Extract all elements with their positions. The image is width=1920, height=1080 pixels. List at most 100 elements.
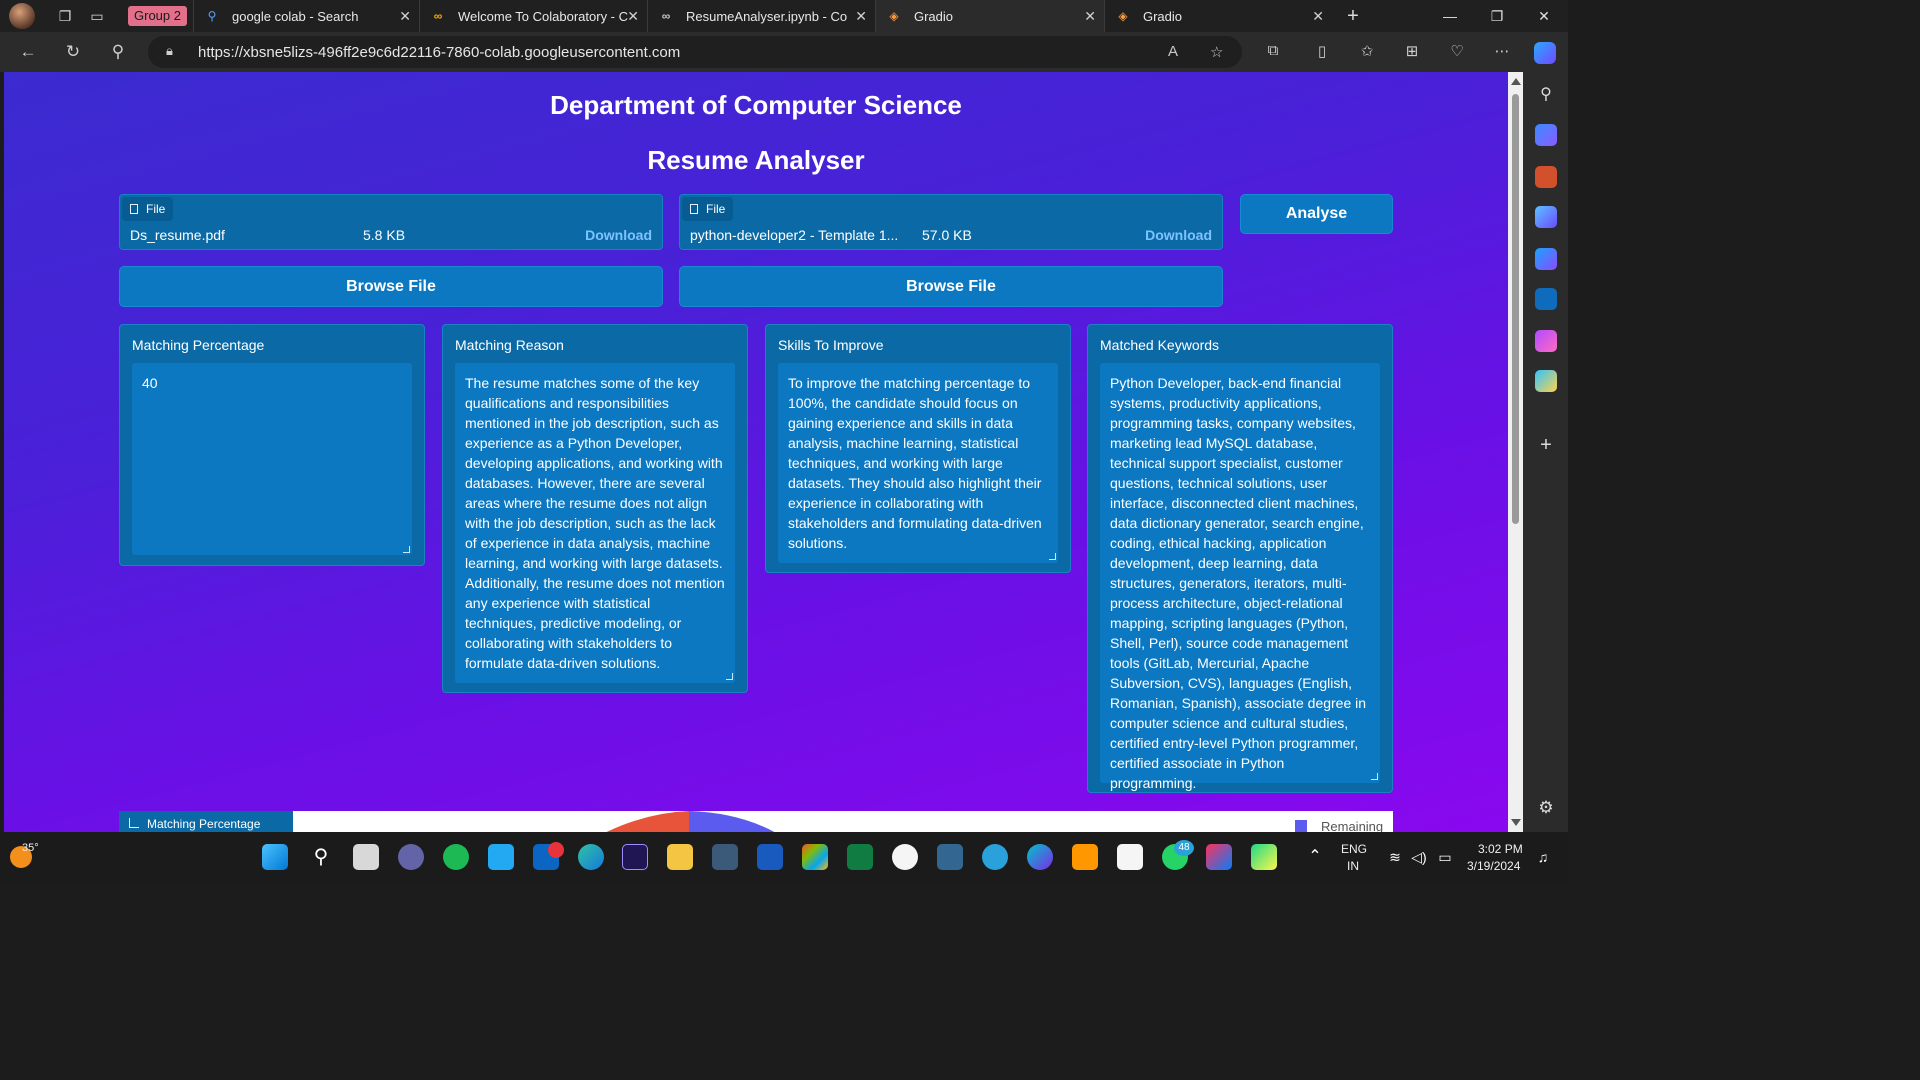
scroll-down-icon[interactable] <box>1511 819 1521 826</box>
tab-welcome-colab[interactable]: ∞ Welcome To Colaboratory - C ✕ <box>418 0 647 32</box>
edge-icon[interactable] <box>578 844 604 870</box>
address-bar[interactable]: 🔒︎ https://xbsne5lizs-496ff2e9c6d22116-7… <box>148 36 1242 68</box>
close-tab-icon[interactable]: ✕ <box>855 8 867 25</box>
split-screen-icon[interactable]: ▯ <box>1311 42 1333 64</box>
drop-icon[interactable] <box>1535 370 1557 392</box>
slack-icon[interactable] <box>1117 844 1143 870</box>
browser-essentials-icon[interactable]: ♡ <box>1446 42 1468 64</box>
add-sidebar-icon[interactable]: + <box>1535 434 1557 456</box>
scroll-up-icon[interactable] <box>1511 78 1521 85</box>
battery-icon[interactable]: ▭ <box>1432 844 1458 870</box>
meet-icon[interactable] <box>398 844 424 870</box>
matching-percentage-panel: Matching Percentage 40 <box>119 324 425 566</box>
page-subtitle: Resume Analyser <box>647 145 865 175</box>
start-icon[interactable] <box>262 844 288 870</box>
restore-icon[interactable]: ❐ <box>1474 0 1520 32</box>
page-scrollbar[interactable] <box>1508 72 1523 832</box>
workspaces-icon[interactable]: ❐ <box>54 5 76 27</box>
job-description-file-card: File python-developer2 - Template 1... 5… <box>679 194 1223 250</box>
clock-date[interactable]: 3/19/2024 <box>1467 859 1520 873</box>
canva-icon[interactable] <box>1027 844 1053 870</box>
download-link[interactable]: Download <box>1145 227 1212 243</box>
matching-reason-textbox[interactable]: The resume matches some of the key quali… <box>455 363 735 683</box>
back-icon[interactable]: ← <box>14 38 42 66</box>
more-menu-icon[interactable]: ⋯ <box>1491 42 1513 64</box>
weather-temperature: 35° <box>22 842 39 854</box>
resize-handle-icon[interactable] <box>403 546 410 553</box>
wifi-icon[interactable]: ≋ <box>1382 844 1408 870</box>
profile-avatar[interactable] <box>9 3 35 29</box>
designer-icon[interactable] <box>1535 330 1557 352</box>
tab-google-search[interactable]: ⚲ google colab - Search ✕ <box>192 0 419 32</box>
extensions-icon[interactable]: ⧉ <box>1262 42 1284 64</box>
mongodb-icon[interactable] <box>892 844 918 870</box>
favorite-star-icon[interactable]: ☆ <box>1210 43 1223 61</box>
task-view-icon[interactable] <box>353 844 379 870</box>
matched-keywords-textbox[interactable]: Python Developer, back-end financial sys… <box>1100 363 1380 791</box>
language-region[interactable]: IN <box>1347 859 1359 873</box>
intellij-icon[interactable] <box>1206 844 1232 870</box>
postgresql-icon[interactable] <box>937 844 963 870</box>
clock-time[interactable]: 3:02 PM <box>1478 842 1523 856</box>
gradio-icon: ◈ <box>1118 9 1128 23</box>
legend-swatch-remaining <box>1295 820 1307 832</box>
favorites-icon[interactable]: ✩ <box>1356 42 1378 64</box>
sublime-icon[interactable] <box>1072 844 1098 870</box>
excel-icon[interactable] <box>847 844 873 870</box>
language-code[interactable]: ENG <box>1341 842 1367 856</box>
store-icon[interactable] <box>802 844 828 870</box>
tab-resume-analyser-notebook[interactable]: ∞ ResumeAnalyser.ipynb - Colab ✕ <box>646 0 875 32</box>
close-tab-icon[interactable]: ✕ <box>627 8 639 25</box>
resize-handle-icon[interactable] <box>1049 553 1056 560</box>
browse-resume-button[interactable]: Browse File <box>119 266 663 307</box>
url-text[interactable]: https://xbsne5lizs-496ff2e9c6d22116-7860… <box>198 44 680 61</box>
word-icon[interactable] <box>757 844 783 870</box>
analyse-button[interactable]: Analyse <box>1240 194 1393 234</box>
chevron-up-icon[interactable]: ⌃ <box>1302 844 1328 870</box>
tools-briefcase-icon[interactable] <box>1535 166 1557 188</box>
file-size: 5.8 KB <box>363 227 406 243</box>
minimize-icon[interactable]: — <box>1427 0 1473 32</box>
close-tab-icon[interactable]: ✕ <box>1312 8 1324 25</box>
notification-bell-icon[interactable]: ♫ <box>1530 844 1556 870</box>
after-effects-icon[interactable] <box>622 844 648 870</box>
matching-percentage-chart: Matching Percentage Chart Remaining <box>119 811 1393 832</box>
tab-actions-icon[interactable]: ▭ <box>86 5 108 27</box>
telegram-icon[interactable] <box>982 844 1008 870</box>
vscode-icon[interactable] <box>488 844 514 870</box>
games-icon[interactable] <box>1535 206 1557 228</box>
collections-icon[interactable]: ⊞ <box>1401 42 1423 64</box>
refresh-icon[interactable]: ↻ <box>59 38 87 66</box>
close-tab-icon[interactable]: ✕ <box>1084 8 1096 25</box>
pie-slice-remaining <box>689 811 775 832</box>
sidebar-settings-icon[interactable]: ⚙ <box>1535 798 1557 820</box>
copilot-sidebar-icon[interactable] <box>1535 248 1557 270</box>
browse-job-description-button[interactable]: Browse File <box>679 266 1223 307</box>
matching-percentage-textbox[interactable]: 40 <box>132 363 412 555</box>
resize-handle-icon[interactable] <box>1371 773 1378 780</box>
read-aloud-icon[interactable]: A <box>1168 43 1178 60</box>
file-name: python-developer2 - Template 1... <box>690 227 899 243</box>
resize-handle-icon[interactable] <box>726 673 733 680</box>
volume-icon[interactable]: ◁) <box>1406 844 1432 870</box>
new-tab-icon[interactable]: + <box>1342 5 1364 27</box>
address-toolbar: ← ↻ ⚲ 🔒︎ https://xbsne5lizs-496ff2e9c6d2… <box>0 32 1568 72</box>
close-window-icon[interactable]: ✕ <box>1521 0 1567 32</box>
search-icon[interactable]: ⚲ <box>1535 84 1557 106</box>
shopping-tag-icon[interactable] <box>1535 124 1557 146</box>
search-icon[interactable]: ⚲ <box>104 38 132 66</box>
tab-group-label[interactable]: Group 2 <box>128 6 187 26</box>
skills-to-improve-textbox[interactable]: To improve the matching percentage to 10… <box>778 363 1058 563</box>
mysql-workbench-icon[interactable] <box>712 844 738 870</box>
copilot-icon[interactable] <box>1534 42 1556 64</box>
outlook-icon[interactable] <box>1535 288 1557 310</box>
tab-gradio[interactable]: ◈ Gradio ✕ <box>1103 0 1332 32</box>
spotify-icon[interactable] <box>443 844 469 870</box>
file-explorer-icon[interactable] <box>667 844 693 870</box>
pycharm-icon[interactable] <box>1251 844 1277 870</box>
tab-gradio-active[interactable]: ◈ Gradio ✕ <box>874 0 1104 32</box>
download-link[interactable]: Download <box>585 227 652 243</box>
search-icon[interactable]: ⚲ <box>308 844 334 870</box>
close-tab-icon[interactable]: ✕ <box>399 8 411 25</box>
scrollbar-thumb[interactable] <box>1512 94 1519 524</box>
